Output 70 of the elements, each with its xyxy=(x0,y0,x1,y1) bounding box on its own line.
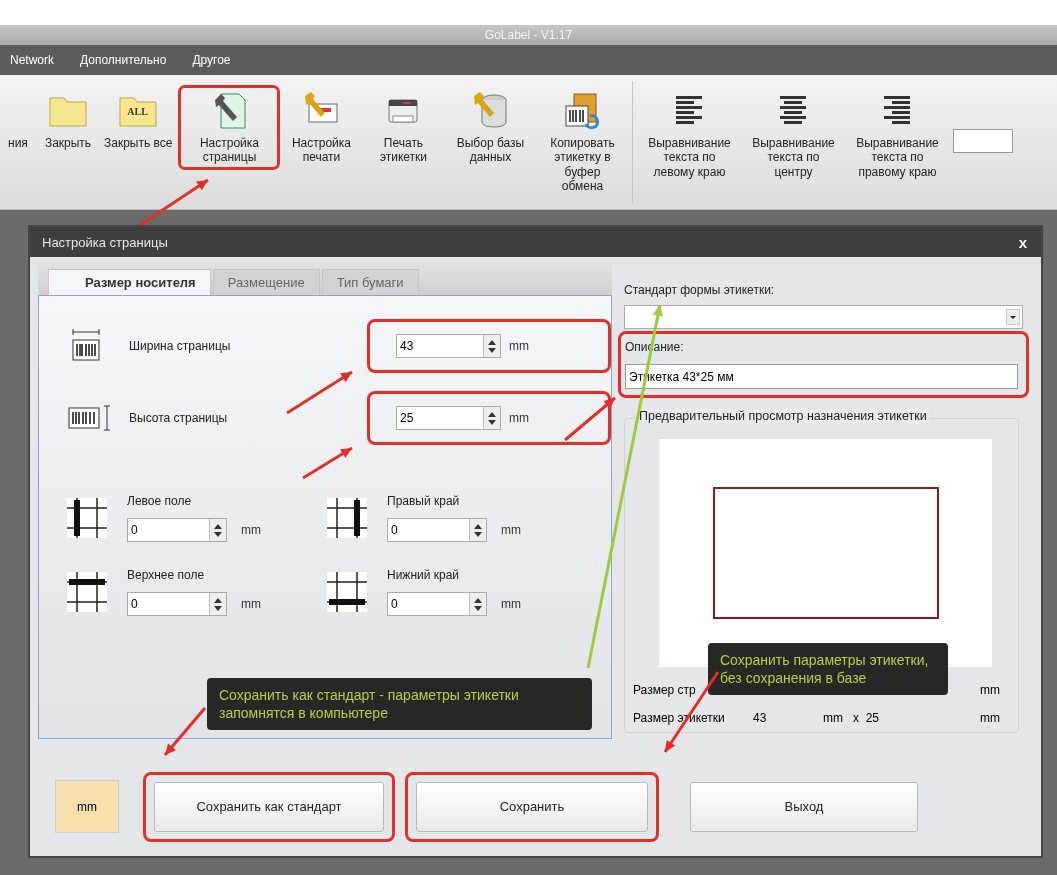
field-label: Левое поле xyxy=(127,494,193,508)
ribbon-button[interactable]: Копировать этикетку в буфер обмена xyxy=(536,85,629,199)
unit-label: mm xyxy=(823,711,844,725)
tab[interactable]: Размер носителя xyxy=(48,269,211,295)
unit-label: mm xyxy=(980,683,1000,697)
icon-text: ALL xyxy=(127,106,148,118)
spin-buttons[interactable] xyxy=(483,335,500,357)
ribbon-button[interactable]: Печать этикетки xyxy=(362,85,445,170)
field-label: Правый край xyxy=(387,494,461,508)
unit-label: mm xyxy=(980,711,1000,725)
spin-buttons[interactable] xyxy=(483,407,500,429)
spin-buttons[interactable] xyxy=(209,519,226,541)
menu-item[interactable]: Network xyxy=(10,53,54,67)
barcode-height-icon xyxy=(67,403,113,433)
unit-label: mm xyxy=(509,411,529,425)
unit-label: mm xyxy=(241,597,261,611)
dialog-button[interactable]: Сохранить как стандарт xyxy=(154,781,384,832)
size-label: Размер стр xyxy=(633,683,697,697)
field-label: Стандарт формы этикетки: xyxy=(624,283,776,297)
callout: Сохранить параметры этикетки, без сохранения в базе xyxy=(708,643,948,696)
spin-buttons[interactable] xyxy=(469,593,486,615)
spin-buttons[interactable] xyxy=(209,593,226,615)
ribbon-button[interactable]: Выбор базы данных xyxy=(444,85,537,170)
arrow xyxy=(163,707,207,756)
ribbon-button[interactable]: Выравнивание текста по левому краю xyxy=(637,85,742,185)
menu-item[interactable]: Дополнительно xyxy=(80,53,167,67)
dropdown-arrow-icon xyxy=(1006,309,1020,325)
margin-icon xyxy=(67,498,107,538)
dialog-title: Настройка страницы xyxy=(42,234,168,250)
ribbon-button[interactable]: Настройка страницы xyxy=(178,85,281,170)
spin-buttons[interactable] xyxy=(469,519,486,541)
ribbon-button[interactable]: Выравнивание текста по центру xyxy=(741,85,846,185)
times-sign: x 25 xyxy=(853,711,881,725)
ribbon-button[interactable]: Выравнивание текста по правому краю xyxy=(845,85,950,185)
dialog-button[interactable]: Сохранить xyxy=(416,781,648,832)
dialog-button[interactable]: Выход xyxy=(690,781,918,832)
arrow xyxy=(302,446,353,480)
unit-box: mm xyxy=(55,780,119,833)
input-field[interactable] xyxy=(953,129,1014,153)
number-field[interactable]: 0 xyxy=(387,518,487,542)
number-field[interactable]: 0 xyxy=(387,592,487,616)
number-field[interactable]: 43 xyxy=(396,334,501,358)
field-label: Нижний край xyxy=(387,568,461,582)
tab[interactable]: Размещение xyxy=(212,269,320,295)
window-title: GoLabel - V1.17 xyxy=(484,28,573,42)
margin-icon xyxy=(327,572,367,612)
arrow xyxy=(286,370,353,415)
close-button[interactable]: x xyxy=(1018,233,1027,251)
unit-label: mm xyxy=(501,523,521,537)
unit-label: mm xyxy=(501,597,521,611)
menu-item[interactable]: Другое xyxy=(192,53,231,67)
margin-icon xyxy=(67,572,107,612)
ribbon-button-label[interactable]: ния xyxy=(0,136,34,150)
number-field[interactable]: 25 xyxy=(396,406,501,430)
unit-label: mm xyxy=(241,523,261,537)
ribbon-button[interactable]: Закрыть xyxy=(38,85,98,156)
field-label: Верхнее поле xyxy=(127,568,206,582)
number-field[interactable]: 0 xyxy=(127,518,227,542)
group-title: Предварительный просмотр назначения этикетки xyxy=(637,409,929,423)
ribbon-button[interactable]: ALL Закрыть все xyxy=(98,85,179,156)
tab[interactable]: Тип бумаги xyxy=(321,269,419,295)
size-value: 43 xyxy=(753,711,768,725)
number-field[interactable]: 0 xyxy=(127,592,227,616)
callout: Сохранить как стандарт - параметры этикетки запомнятся в компьютере xyxy=(207,678,592,731)
unit-label: mm xyxy=(509,339,529,353)
margin-icon xyxy=(327,498,367,538)
field-label: Ширина страницы xyxy=(129,339,232,353)
ribbon-button[interactable]: Настройка печати xyxy=(280,85,363,170)
arrow xyxy=(139,178,209,227)
field-label: Высота страницы xyxy=(129,411,229,425)
